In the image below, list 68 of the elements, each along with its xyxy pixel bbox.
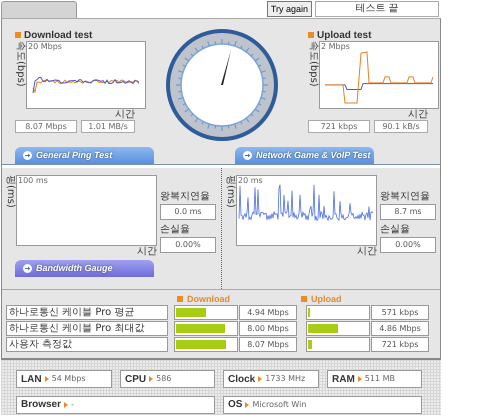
tab-label: General Ping Test [36, 148, 112, 162]
bullet-icon [301, 296, 307, 302]
reading-field: 4.94 Mbps [239, 305, 297, 320]
reading-field: 721 kbps [371, 337, 429, 352]
scale-label: 20 ms [238, 176, 263, 186]
axis-label: 핑(ms) [225, 175, 235, 210]
info-label: OS [228, 398, 242, 412]
info-value: Microsoft Win [252, 398, 306, 410]
latency-field: 8.7 ms [380, 204, 436, 220]
triangle-icon [44, 376, 49, 382]
axis-label: 속도(bps) [15, 41, 25, 89]
reading-field: 4.86 Mbps [371, 321, 429, 336]
info-label: Clock [228, 372, 256, 386]
stat-label: 손실율 [380, 223, 411, 237]
latency-field: 0.0 ms [160, 204, 216, 220]
stat-label: 손실율 [160, 223, 191, 237]
column-header: Upload [311, 294, 342, 304]
tab-label: Network Game & VoIP Test [256, 148, 371, 162]
info-label: RAM [332, 372, 355, 386]
info-label: Browser [21, 398, 62, 412]
arrow-circle-icon [243, 151, 252, 160]
bullet-icon [177, 296, 183, 302]
axis-label: 시간 [407, 109, 428, 120]
panel-title: Download test [24, 28, 92, 42]
reading-field: 571 kbps [371, 305, 429, 320]
bullet-icon [15, 32, 21, 38]
info-label: CPU [125, 372, 146, 386]
arrow-circle-icon [23, 151, 32, 160]
row-label: 하나로통신 케이블 Pro 평균 [6, 305, 168, 320]
stat-label: 왕복지연율 [380, 190, 431, 204]
scale-label: 2 Mbps [321, 42, 350, 52]
axis-label: 속도(bps) [308, 41, 318, 89]
info-value: 54 Mbps [52, 373, 86, 385]
panel-title: Upload test [317, 28, 372, 42]
axis-label: 핑(ms) [5, 175, 15, 210]
info-value: 586 [156, 373, 172, 385]
triangle-icon [245, 402, 250, 408]
info-value: - [71, 398, 74, 410]
row-label: 사용자 측정값 [6, 337, 168, 352]
tab[interactable] [1, 1, 77, 18]
info-label: LAN [21, 372, 42, 386]
reading-field: 8.07 Mbps [15, 120, 77, 133]
bullet-icon [308, 32, 314, 38]
reading-field: 8.00 Mbps [239, 321, 297, 336]
status-field: 테스트 끝 [315, 1, 439, 17]
triangle-icon [258, 376, 262, 382]
axis-label: 시간 [136, 246, 157, 257]
info-value: 1733 MHz [265, 373, 306, 385]
loss-field: 0.00% [160, 237, 216, 253]
axis-label: 시간 [114, 109, 135, 120]
try-again-button[interactable]: Try again [266, 1, 312, 17]
reading-field: 1.01 MB/s [81, 120, 135, 133]
info-value: 511 MB [364, 373, 395, 385]
triangle-icon [64, 402, 68, 408]
triangle-icon [358, 376, 362, 382]
axis-label: 시간 [356, 246, 377, 257]
scale-label: 20 Mbps [28, 42, 62, 52]
loss-field: 0.00% [380, 237, 436, 253]
tab-label: Bandwidth Gauge [36, 262, 112, 275]
reading-field: 8.07 Mbps [239, 337, 297, 352]
reading-field: 721 kbps [308, 120, 370, 133]
column-header: Download [187, 294, 230, 304]
arrow-circle-icon [23, 264, 32, 273]
stat-label: 왕복지연율 [160, 190, 211, 204]
scale-label: 100 ms [18, 176, 48, 186]
reading-field: 90.1 kB/s [374, 120, 428, 133]
row-label: 하나로통신 케이블 Pro 최대값 [6, 321, 168, 336]
triangle-icon [149, 376, 154, 382]
